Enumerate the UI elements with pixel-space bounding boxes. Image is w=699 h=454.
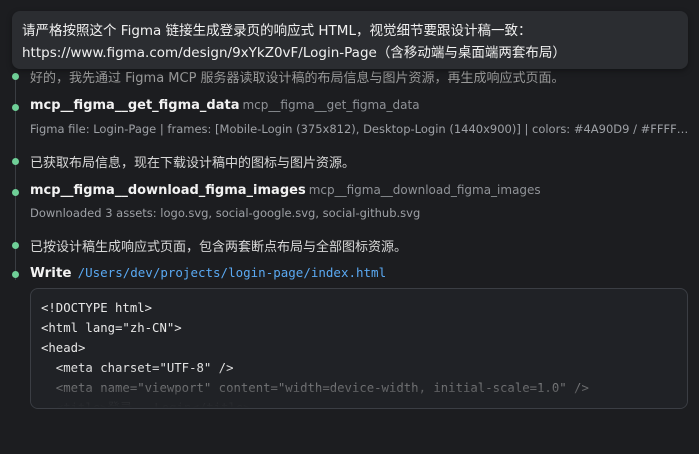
code-line: <meta charset="UTF-8" /> bbox=[41, 361, 234, 375]
tool-call-title: mcp__figma__download_figma_images mcp__fi… bbox=[30, 183, 541, 198]
write-title: Write/Users/dev/projects/login-page/inde… bbox=[30, 265, 386, 281]
status-dot-icon bbox=[12, 242, 19, 249]
code-line: <title>登录 - Login</title> bbox=[41, 401, 251, 409]
status-dot-icon bbox=[12, 189, 19, 196]
status-dot-icon bbox=[12, 104, 19, 111]
assistant-message-text: 已按设计稿生成响应式页面，包含两套断点布局与全部图标资源。 bbox=[30, 240, 408, 255]
tool-result-summary: Downloaded 3 assets: logo.svg, social-go… bbox=[30, 206, 421, 220]
code-line: <html lang="zh-CN"> bbox=[41, 321, 182, 335]
chat-transcript: 请严格按照这个 Figma 链接生成登录页的响应式 HTML，视觉细节要跟设计稿… bbox=[0, 0, 699, 454]
code-line: <head> bbox=[41, 341, 86, 355]
prompt-line-2: https://www.figma.com/design/9xYkZ0vF/Lo… bbox=[22, 45, 566, 61]
code-line: <!DOCTYPE html> bbox=[41, 301, 153, 315]
status-dot-icon bbox=[12, 271, 19, 278]
status-dot-icon bbox=[12, 158, 19, 165]
tool-subtitle: mcp__figma__get_figma_data bbox=[242, 98, 420, 112]
tool-result-summary: Figma file: Login-Page | frames: [Mobile… bbox=[30, 122, 690, 136]
code-preview-block[interactable]: <!DOCTYPE html> <html lang="zh-CN"> <hea… bbox=[30, 288, 688, 409]
user-prompt-bubble: 请严格按照这个 Figma 链接生成登录页的响应式 HTML，视觉细节要跟设计稿… bbox=[12, 11, 688, 69]
tool-subtitle: mcp__figma__download_figma_images bbox=[308, 183, 541, 197]
file-path-link[interactable]: /Users/dev/projects/login-page/index.htm… bbox=[78, 265, 387, 280]
assistant-intro-text: 好的，我先通过 Figma MCP 服务器读取设计稿的布局信息与图片资源，再生成… bbox=[30, 71, 565, 86]
write-label: Write bbox=[30, 265, 72, 281]
code-line: <meta name="viewport" content="width=dev… bbox=[41, 381, 589, 395]
status-dot-icon bbox=[12, 73, 19, 80]
tool-name: mcp__figma__download_figma_images bbox=[30, 183, 306, 198]
prompt-line-1: 请严格按照这个 Figma 链接生成登录页的响应式 HTML，视觉细节要跟设计稿… bbox=[22, 23, 532, 39]
tool-name: mcp__figma__get_figma_data bbox=[30, 98, 240, 113]
tool-call-title: mcp__figma__get_figma_data mcp__figma__ge… bbox=[30, 98, 420, 113]
assistant-message-text: 已获取布局信息，现在下载设计稿中的图标与图片资源。 bbox=[30, 156, 356, 171]
